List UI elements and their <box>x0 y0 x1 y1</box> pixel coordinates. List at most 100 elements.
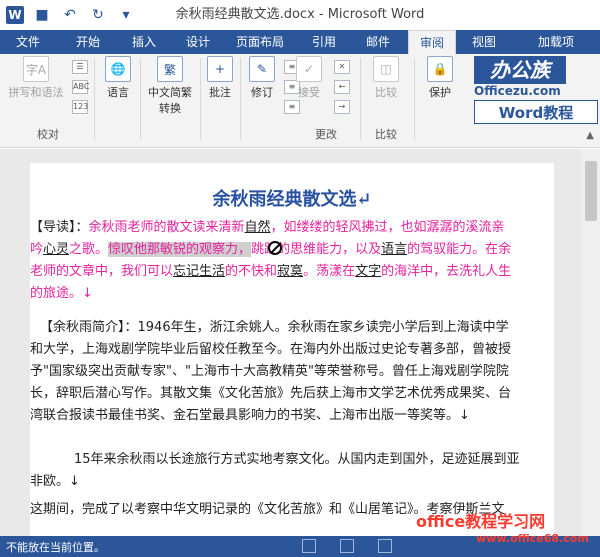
spelling-icon: 字A <box>23 56 49 82</box>
selected-text[interactable]: 惊叹他那敏锐的观察力， <box>108 242 252 257</box>
undo-icon[interactable]: ↶ <box>60 5 80 25</box>
track-changes-button[interactable]: ✎ 修订 <box>246 56 278 100</box>
brand-logo: 办公族 Officezu.com Word教程 <box>474 56 598 126</box>
spelling-label: 拼写和语法 <box>8 86 64 99</box>
scrollbar-thumb[interactable] <box>585 161 597 221</box>
track-changes-label: 修订 <box>251 86 273 99</box>
reviewing-pane-icon[interactable]: ≡ <box>284 100 300 114</box>
protect-label: 保护 <box>429 86 451 99</box>
tab-review[interactable]: 审阅 <box>408 30 456 54</box>
separator <box>200 58 201 140</box>
intro-line-4: 的旅途。↓ <box>30 286 93 301</box>
separator <box>240 58 241 140</box>
watermark-text: office教程学习网 <box>416 512 546 531</box>
language-button[interactable]: 🌐 语言 <box>100 56 136 100</box>
intro-underline: 心灵 <box>43 242 70 257</box>
intro-text: 。荡漾在 <box>303 264 356 279</box>
document-title: 余秋雨经典散文选↵ <box>212 189 372 210</box>
tab-home[interactable]: 开始 <box>62 30 114 54</box>
spelling-grammar-button[interactable]: 字A 拼写和语法 <box>4 56 68 100</box>
language-label: 语言 <box>107 86 129 99</box>
intro-text: ，如缕缕的轻风拂过，也如潺潺的溪流亲 <box>270 220 505 235</box>
bio-line-2: 和大学，上海戏剧学院毕业后留校任教至今。在海内外出版过史论专著多部，曾被授 <box>30 342 512 357</box>
intro-line-1: 【导读】：余秋雨老师的散文读来清新自然，如缕缕的轻风拂过，也如潺潺的溪流亲 <box>30 217 554 239</box>
separator <box>414 58 415 140</box>
window-title: 余秋雨经典散文选.docx - Microsoft Word <box>175 7 425 22</box>
intro-underline: 语言 <box>381 242 408 257</box>
intro-underline: 文字 <box>355 264 382 279</box>
customize-qat-icon[interactable]: ▾ <box>116 5 136 25</box>
para3-line-1: 15年来余秋雨以长途旅行方式实地考察文化。从国内走到国外，足迹延展到亚 <box>74 452 520 467</box>
separator <box>360 58 361 140</box>
group-proofing-label: 校对 <box>37 128 59 141</box>
brand-tagline: Word教程 <box>474 100 598 124</box>
tab-design[interactable]: 设计 <box>172 30 224 54</box>
intro-underline: 自然 <box>244 220 271 235</box>
status-message: 不能放在当前位置。 <box>6 541 105 554</box>
brand-logo-text: 办公族 <box>474 56 566 84</box>
brand-site: Officezu.com <box>474 84 561 98</box>
tab-references[interactable]: 引用 <box>300 30 348 54</box>
chinese-convert-icon: 繁 <box>157 56 183 82</box>
comment-icon: + <box>207 56 233 82</box>
bio-line-1: 【余秋雨简介】：1946年生，浙江余姚人。余秋雨在家乡读完小学后到上海读中学 <box>40 320 509 335</box>
group-changes-label: 更改 <box>315 128 337 141</box>
print-layout-icon[interactable] <box>340 539 354 553</box>
intro-line-2: 吟心灵之歌。惊叹他那敏锐的观察力，跳跃的思维能力，以及语言的驾驭能力。在余 <box>30 239 554 261</box>
accept-label: 接受 <box>298 86 320 99</box>
web-layout-icon[interactable] <box>378 539 392 553</box>
comment-label: 批注 <box>209 86 231 99</box>
next-change-icon[interactable]: → <box>334 100 350 114</box>
collapse-ribbon-icon[interactable]: ▲ <box>586 130 594 141</box>
tab-insert[interactable]: 插入 <box>118 30 170 54</box>
ribbon-review: 字A 拼写和语法 ☰ ABC 123 校对 🌐 语言 繁 中文简繁 转换 + 批… <box>0 54 600 148</box>
para3-line-2: 非欧。↓ <box>30 474 80 489</box>
watermark-url: www.office68.com <box>476 532 589 545</box>
tab-file[interactable]: 文件 <box>0 30 56 54</box>
protect-button[interactable]: 🔒 保护 <box>420 56 460 100</box>
chinese-convert-button[interactable]: 繁 中文简繁 转换 <box>142 56 198 116</box>
compare-button[interactable]: ◫ 比较 <box>366 56 406 100</box>
bio-line-4: 长，辞职后潜心写作。其散文集《文化苦旅》先后获上海市文学艺术优秀成果奖、台 <box>30 386 512 401</box>
no-drop-cursor-icon <box>268 241 282 255</box>
reject-icon[interactable]: ✕ <box>334 60 350 74</box>
title-bar: W ■ ↶ ↻ ▾ 余秋雨经典散文选.docx - Microsoft Word <box>0 0 600 30</box>
intro-text: 老师的文章中，我们可以 <box>30 264 174 279</box>
vertical-scrollbar[interactable] <box>582 149 600 536</box>
comment-button[interactable]: + 批注 <box>204 56 236 100</box>
intro-text: 的驾驭能力。在余 <box>407 242 512 257</box>
intro-text: 余秋雨老师的散文读来清新 <box>88 220 245 235</box>
accept-icon: ✓ <box>296 56 322 82</box>
bio-line-3: 予"国家级突出贡献专家"、"上海市十大高教精英"等荣誉称号。曾任上海戏剧学院院 <box>30 364 509 379</box>
ribbon-tabs: 文件 开始 插入 设计 页面布局 引用 邮件 审阅 视图 加载项 <box>0 30 600 54</box>
bio-line-5: 湾联合报读书最佳书奖、金石堂最具影响力的书奖、上海市出版一等奖等。↓ <box>30 408 470 423</box>
read-mode-icon[interactable] <box>302 539 316 553</box>
intro-line-3: 老师的文章中，我们可以忘记生活的不快和寂寞。荡漾在文字的海洋中，去洗礼人生 <box>30 261 554 283</box>
intro-label: 【导读】： <box>30 220 89 235</box>
previous-change-icon[interactable]: ← <box>334 80 350 94</box>
lock-icon: 🔒 <box>427 56 453 82</box>
quick-access-toolbar: W ■ ↶ ↻ ▾ <box>0 0 136 30</box>
intro-text: 的海洋中，去洗礼人生 <box>381 264 512 279</box>
compare-icon: ◫ <box>373 56 399 82</box>
word-count-123-button[interactable]: 123 <box>72 100 88 114</box>
tab-mailings[interactable]: 邮件 <box>354 30 402 54</box>
intro-underline: 忘记生活 <box>173 264 226 279</box>
compare-label: 比较 <box>375 86 397 99</box>
intro-text: 之歌。 <box>69 242 109 257</box>
research-icon[interactable]: ☰ <box>72 60 88 74</box>
intro-underline: 寂寞 <box>277 264 304 279</box>
tab-addins[interactable]: 加载项 <box>516 30 596 54</box>
group-compare-label: 比较 <box>375 128 397 141</box>
document-page[interactable]: 余秋雨经典散文选↵ 【导读】：余秋雨老师的散文读来清新自然，如缕缕的轻风拂过，也… <box>30 163 554 553</box>
accept-button[interactable]: ✓ 接受 <box>294 56 324 100</box>
chinese-convert-label-1: 中文简繁 <box>148 86 192 99</box>
separator <box>94 58 95 140</box>
tab-view[interactable]: 视图 <box>462 30 506 54</box>
track-changes-icon: ✎ <box>249 56 275 82</box>
chinese-convert-label-2: 转换 <box>159 102 181 115</box>
save-icon[interactable]: ■ <box>32 5 52 25</box>
word-count-abc-button[interactable]: ABC <box>72 80 89 94</box>
redo-icon[interactable]: ↻ <box>88 5 108 25</box>
tab-layout[interactable]: 页面布局 <box>228 30 292 54</box>
